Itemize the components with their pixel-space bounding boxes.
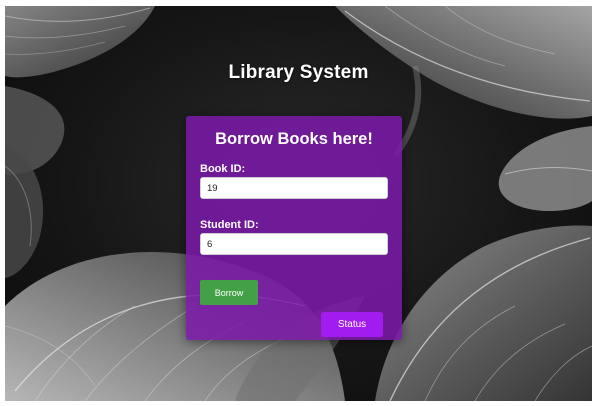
student-id-input[interactable] xyxy=(200,233,388,255)
card-heading: Borrow Books here! xyxy=(215,130,373,148)
status-button[interactable]: Status xyxy=(321,312,383,337)
leaf-bottom-right xyxy=(375,225,592,401)
student-id-label: Student ID: xyxy=(200,219,259,231)
book-id-input[interactable] xyxy=(200,177,388,199)
borrow-button[interactable]: Borrow xyxy=(200,280,258,305)
leaf-left-middle xyxy=(5,86,65,278)
page-title: Library System xyxy=(228,62,369,83)
book-id-label: Book ID: xyxy=(200,163,246,175)
app-window: Library System Borrow Books here! Book I… xyxy=(5,6,592,401)
borrow-card: Borrow Books here! Book ID: Student ID: … xyxy=(186,116,402,340)
leaf-right-middle xyxy=(498,126,592,211)
